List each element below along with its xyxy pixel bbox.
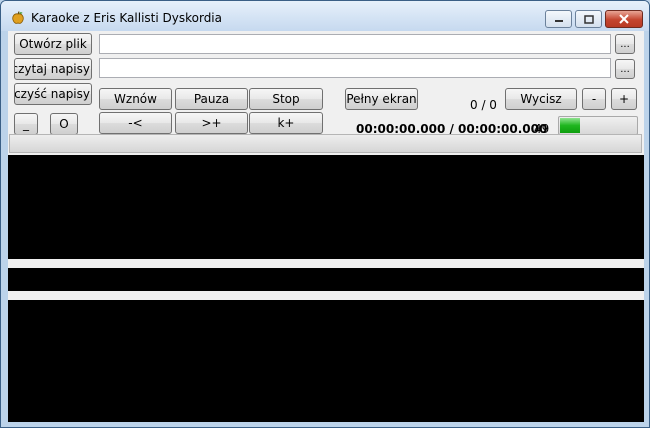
open-file-button[interactable]: Otwórz plik [14, 33, 92, 55]
clear-subtitles-button[interactable]: Wyczyść napisy [14, 83, 92, 105]
stop-button[interactable]: Stop [249, 88, 323, 110]
window-title: Karaoke z Eris Kallisti Dyskordia [31, 11, 222, 25]
forward-button[interactable]: >+ [175, 112, 248, 134]
k-plus-button[interactable]: k+ [249, 112, 323, 134]
title-bar[interactable]: Karaoke z Eris Kallisti Dyskordia [1, 1, 649, 31]
app-window: Karaoke z Eris Kallisti Dyskordia Otwórz… [0, 0, 650, 428]
volume-bar-fill [560, 118, 580, 133]
volume-down-button[interactable]: - [582, 88, 606, 110]
maximize-icon [583, 14, 594, 24]
close-icon [619, 14, 629, 24]
subtitle-counter: 0 / 0 [470, 98, 497, 112]
window-close-button[interactable] [605, 10, 643, 28]
fullscreen-button[interactable]: Pełny ekran [345, 88, 418, 110]
lyrics-panel [8, 300, 644, 422]
browse-subtitles-button[interactable]: ... [615, 59, 635, 79]
mute-button[interactable]: Wycisz [505, 88, 577, 110]
client-area: Otwórz plik ... Wczytaj napisy ... Wyczy… [8, 31, 644, 422]
load-subtitles-button[interactable]: Wczytaj napisy [14, 58, 92, 80]
window-maximize-button[interactable] [575, 10, 602, 28]
seek-bar[interactable] [9, 134, 642, 153]
file-path-field[interactable] [99, 34, 611, 54]
minimize-panel-button[interactable]: _ [14, 113, 38, 135]
current-lyric-panel [8, 268, 644, 291]
window-minimize-button[interactable] [545, 10, 572, 28]
resume-button[interactable]: Wznów [99, 88, 172, 110]
minimize-icon [554, 20, 563, 22]
golden-apple-icon [12, 11, 24, 24]
subtitle-path-field[interactable] [99, 58, 611, 78]
rewind-button[interactable]: -< [99, 112, 172, 134]
pause-button[interactable]: Pauza [175, 88, 248, 110]
volume-bar[interactable] [558, 116, 638, 135]
restore-panel-button[interactable]: O [50, 113, 78, 135]
video-panel [8, 155, 644, 259]
volume-up-button[interactable]: + [611, 88, 637, 110]
browse-file-button[interactable]: ... [615, 34, 635, 54]
